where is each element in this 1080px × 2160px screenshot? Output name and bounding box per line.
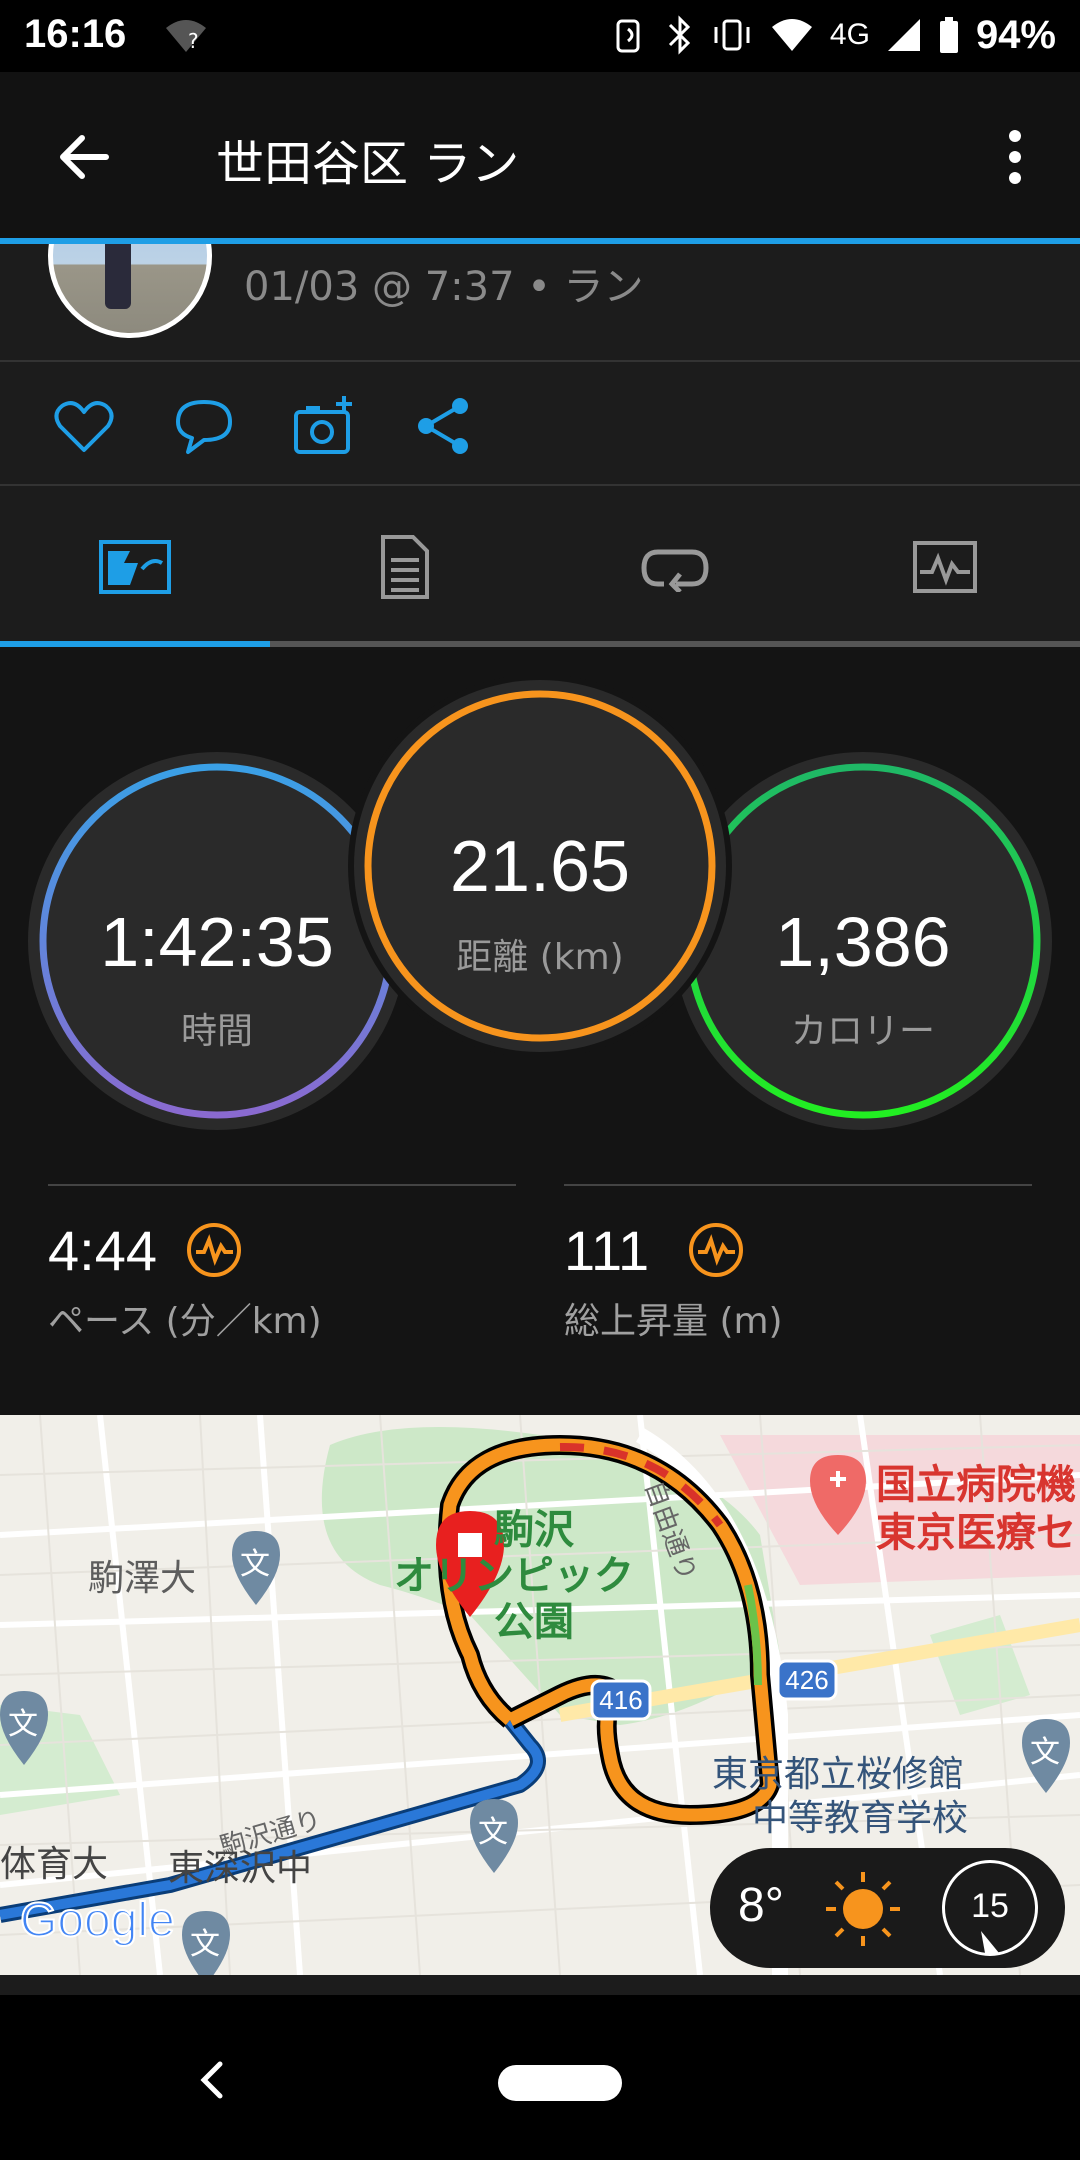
tab-overview[interactable] [0,486,270,648]
tab-charts[interactable] [810,486,1080,648]
bluetooth-icon [668,15,691,55]
share-icon[interactable] [412,394,476,458]
wind-indicator: 15 [942,1860,1038,1956]
wind-speed: 15 [971,1887,1009,1925]
overview-map-icon [99,540,171,594]
activity-date: 01/03 @ 7:37 • ラン [244,264,644,310]
add-photo-icon[interactable] [292,394,356,458]
svg-text:?: ? [188,29,199,53]
back-arrow-icon[interactable] [50,122,120,192]
system-nav-bar [0,1995,1080,2160]
wifi-icon [771,19,812,51]
page-title: 世田谷区 ラン [216,136,520,192]
wifi-question-icon: ? [166,20,206,53]
pace-label: ペース (分／km) [48,1301,322,1342]
comment-icon[interactable] [172,394,236,458]
sun-icon [826,1872,900,1946]
elevation-label: 総上昇量 (m) [564,1301,783,1342]
tab-details[interactable] [270,486,540,648]
more-vert-icon[interactable] [1000,122,1030,192]
route-badge-416: 416 [599,1685,643,1715]
map-label-school: 東京都立桜修館 中等教育学校 [712,1754,969,1839]
pace-value: 4:44 [48,1219,157,1282]
school-glyph-1: 文 [240,1547,270,1582]
action-row [0,362,1080,486]
vibrate-icon [714,19,750,51]
map-label-higashi: 東深沢中 [168,1848,313,1889]
distance-ring: 21.65 距離 (km) [354,680,726,1052]
calories-value: 1,386 [775,903,951,981]
activity-pulse-icon[interactable] [186,1222,242,1278]
time-label: 時間 [180,1011,253,1052]
laps-icon [641,549,709,592]
school-glyph-2: 文 [8,1707,38,1742]
activity-pulse-icon[interactable] [688,1222,744,1278]
nav-home-pill[interactable] [498,2065,622,2101]
map-label-university: 駒澤大 [88,1558,197,1599]
nav-back-icon[interactable] [186,2040,236,2120]
map-label-park: 駒沢 オリンピック 公園 [394,1507,634,1645]
calorie-ring: 1,386 カロリー [674,752,1052,1130]
wind-direction-icon [981,1931,999,1953]
tab-bar [0,486,1080,648]
school-glyph-3: 文 [478,1815,508,1850]
nfc-icon [616,19,640,53]
time-value: 1:42:35 [100,903,334,981]
status-bar: 16:16 ? 4G 94% [0,0,1080,72]
activity-header: 01/03 @ 7:37 • ラン [0,244,1080,362]
chart-icon [913,541,977,593]
calories-label: カロリー [790,1011,935,1052]
distance-label: 距離 (km) [456,937,624,978]
signal-icon [887,19,920,51]
details-list-icon [381,535,429,599]
map-label-taiiku: 体育大 [0,1844,109,1885]
tab-laps[interactable] [540,486,810,648]
weather-temp: 8° [738,1879,784,1932]
battery-percent: 94% [975,12,1056,57]
route-badge-426: 426 [785,1665,829,1695]
app-bar: 世田谷区 ラン [0,72,1080,242]
map-label-hospital: 国立病院機 東京医療セ [876,1462,1076,1556]
google-logo: Google [19,1893,176,1948]
status-time: 16:16 [24,12,127,56]
weather-widget[interactable]: 8° 15 [710,1848,1065,1968]
network-type: 4G [829,18,870,51]
school-glyph-5: 文 [190,1927,220,1962]
avatar[interactable] [48,244,212,338]
battery-icon [939,17,958,53]
distance-value: 21.65 [449,827,631,907]
time-ring: 1:42:35 時間 [28,752,406,1130]
school-glyph-4: 文 [1030,1735,1060,1770]
heart-icon[interactable] [52,394,116,458]
elevation-value: 111 [564,1219,650,1282]
